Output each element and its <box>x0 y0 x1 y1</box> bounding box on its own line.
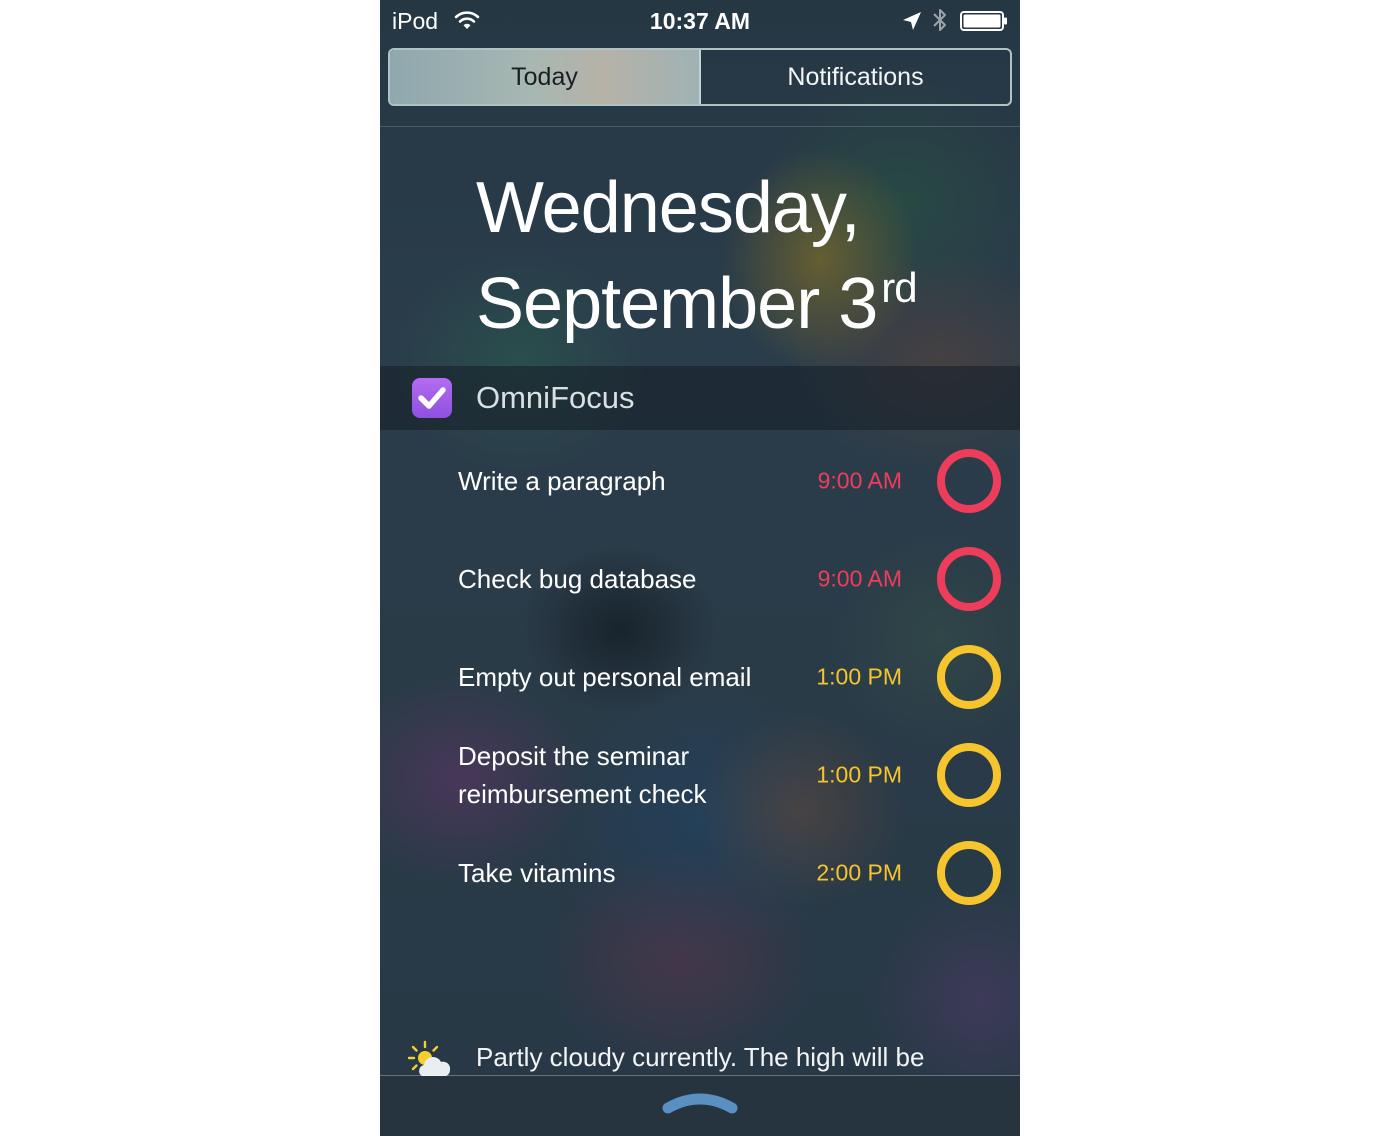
task-row[interactable]: Take vitamins 2:00 PM <box>380 824 1020 922</box>
date-ordinal: rd <box>881 264 917 311</box>
task-row[interactable]: Deposit the seminar reimbursement check … <box>380 726 1020 824</box>
bluetooth-icon <box>933 9 946 31</box>
task-title: Deposit the seminar reimbursement check <box>458 741 707 809</box>
date-month-day: September 3rd <box>476 248 918 344</box>
date-heading: Wednesday, September 3rd <box>476 168 918 344</box>
task-due-time: 1:00 PM <box>816 663 902 690</box>
task-row[interactable]: Empty out personal email 1:00 PM <box>380 628 1020 726</box>
view-segmented-control: Today Notifications <box>388 48 1012 106</box>
date-month-day-text: September 3 <box>476 264 878 344</box>
battery-icon <box>960 11 1007 31</box>
tab-today[interactable]: Today <box>390 50 701 104</box>
status-time: 10:37 AM <box>649 8 751 34</box>
task-row[interactable]: Write a paragraph 9:00 AM <box>380 432 1020 530</box>
checkmark-icon <box>418 387 446 409</box>
omnifocus-widget-header[interactable]: OmniFocus <box>380 366 1020 430</box>
tab-notifications[interactable]: Notifications <box>701 50 1010 104</box>
task-due-time: 9:00 AM <box>817 565 902 592</box>
task-checkbox-circle-icon[interactable] <box>936 448 1002 514</box>
task-due-time: 9:00 AM <box>817 467 902 494</box>
notification-center: iPod 10:37 AM Today Notifications Wednes <box>380 0 1020 1136</box>
location-icon <box>903 12 921 30</box>
date-weekday: Wednesday, <box>476 168 861 248</box>
task-title: Check bug database <box>458 564 697 594</box>
task-checkbox-circle-icon[interactable] <box>936 546 1002 612</box>
task-due-time: 2:00 PM <box>816 859 902 886</box>
status-bar: iPod 10:37 AM <box>380 0 1020 42</box>
weather-summary: Partly cloudy currently. The high will b… <box>476 1042 925 1072</box>
omnifocus-app-icon <box>412 378 452 418</box>
partly-cloudy-icon <box>408 1040 451 1076</box>
task-due-time: 1:00 PM <box>816 761 902 788</box>
task-checkbox-circle-icon[interactable] <box>936 742 1002 808</box>
task-title: Empty out personal email <box>458 662 752 692</box>
task-title: Write a paragraph <box>458 466 666 496</box>
widget-title: OmniFocus <box>476 380 635 415</box>
tab-notifications-label: Notifications <box>787 62 924 91</box>
task-checkbox-circle-icon[interactable] <box>936 644 1002 710</box>
task-title: Take vitamins <box>458 858 616 888</box>
task-row[interactable]: Check bug database 9:00 AM <box>380 530 1020 628</box>
header-divider <box>380 126 1020 127</box>
grabber-handle-icon[interactable] <box>662 1086 738 1116</box>
tab-today-label: Today <box>511 62 578 91</box>
task-checkbox-circle-icon[interactable] <box>936 840 1002 906</box>
